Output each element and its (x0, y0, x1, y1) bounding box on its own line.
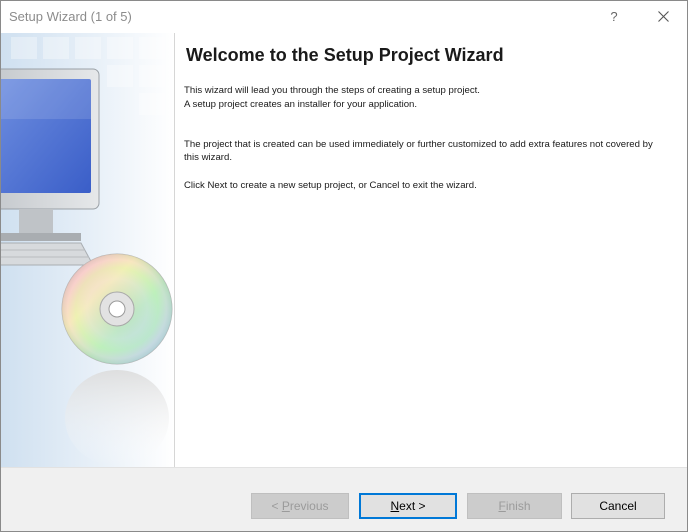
close-button[interactable] (646, 3, 680, 31)
finish-button[interactable]: Finish (467, 493, 562, 519)
instruction-text: Click Next to create a new setup project… (184, 180, 477, 191)
description-text: A setup project creates an installer for… (184, 99, 418, 110)
title-bar: Setup Wizard (1 of 5) ? (1, 1, 687, 33)
next-button[interactable]: Next > (359, 493, 457, 519)
wizard-content: Welcome to the Setup Project Wizard This… (175, 33, 687, 467)
cancel-button-label: Cancel (599, 499, 637, 513)
intro-text: This wizard will lead you through the st… (184, 85, 480, 96)
wizard-side-image (1, 33, 175, 467)
previous-button-mnemonic: P (281, 499, 290, 513)
button-bar: < Previous Next > Finish Cancel (1, 467, 687, 531)
previous-button[interactable]: < Previous (251, 493, 349, 519)
page-title: Welcome to the Setup Project Wizard (186, 45, 504, 65)
setup-wizard-window: Setup Wizard (1 of 5) ? Welcome to the S… (0, 0, 688, 532)
finish-button-mnemonic: F (498, 499, 506, 513)
help-icon: ? (610, 9, 618, 24)
finish-button-label: inish (505, 499, 531, 513)
previous-button-prefix: < (271, 499, 282, 513)
customization-text: The project that is created can be used … (184, 139, 653, 163)
window-title: Setup Wizard (1 of 5) (9, 9, 132, 24)
help-button[interactable]: ? (597, 3, 631, 31)
computer-and-cd-illustration (1, 33, 174, 467)
previous-button-label: revious (289, 499, 329, 513)
next-button-mnemonic: N (390, 499, 400, 513)
next-button-label: ext > (399, 499, 426, 513)
close-icon (657, 11, 669, 23)
cancel-button[interactable]: Cancel (571, 493, 665, 519)
